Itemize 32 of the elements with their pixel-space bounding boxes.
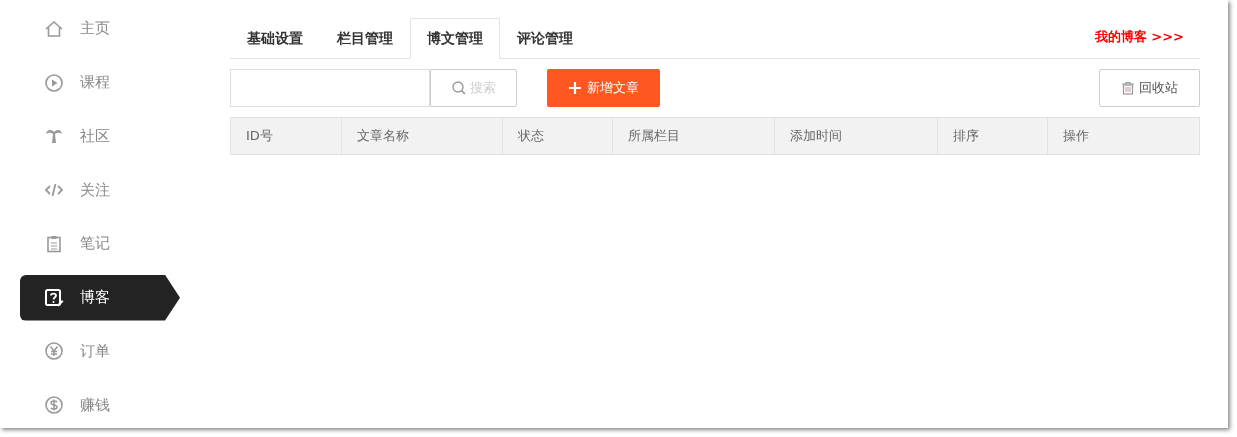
sidebar-item[interactable]: 笔记 [20, 221, 180, 267]
dollar-icon [44, 395, 64, 416]
home-icon [44, 18, 64, 39]
question-icon [44, 287, 64, 308]
column-header: 状态 [502, 118, 613, 154]
trash-icon [1121, 81, 1135, 95]
column-header: 所属栏目 [612, 118, 774, 154]
search-icon [451, 80, 467, 96]
yen-icon [44, 341, 64, 362]
sidebar-item[interactable]: 主页 [20, 6, 180, 52]
play-icon [44, 72, 64, 93]
column-header: 添加时间 [773, 118, 937, 154]
sidebar-item[interactable]: 订单 [20, 328, 180, 375]
column-header: 排序 [936, 118, 1048, 154]
sidebar-item[interactable]: 博客 [20, 274, 180, 321]
column-header: 操作 [1047, 118, 1199, 154]
tab[interactable]: 博文管理 [410, 18, 500, 59]
my-blog-link[interactable]: 我的博客 >>> [1094, 28, 1184, 46]
tab[interactable]: 栏目管理 [320, 18, 410, 59]
column-header: 文章名称 [340, 118, 503, 154]
sidebar-item[interactable]: 赚钱 [20, 382, 180, 428]
sidebar-item[interactable]: 课程 [20, 59, 180, 106]
tab[interactable]: 基础设置 [230, 18, 320, 59]
search-field[interactable] [230, 69, 430, 107]
column-header: ID号 [245, 127, 274, 145]
plus-icon [568, 82, 581, 94]
recycle-bin-button[interactable]: 回收站 [1099, 69, 1200, 107]
add-article-button[interactable]: 新增文章 [547, 69, 660, 107]
sidebar-item[interactable]: 社区 [20, 113, 180, 160]
clipboard-icon [44, 233, 64, 254]
sidebar-item[interactable]: 关注 [20, 167, 180, 213]
tab[interactable]: 评论管理 [500, 18, 590, 59]
